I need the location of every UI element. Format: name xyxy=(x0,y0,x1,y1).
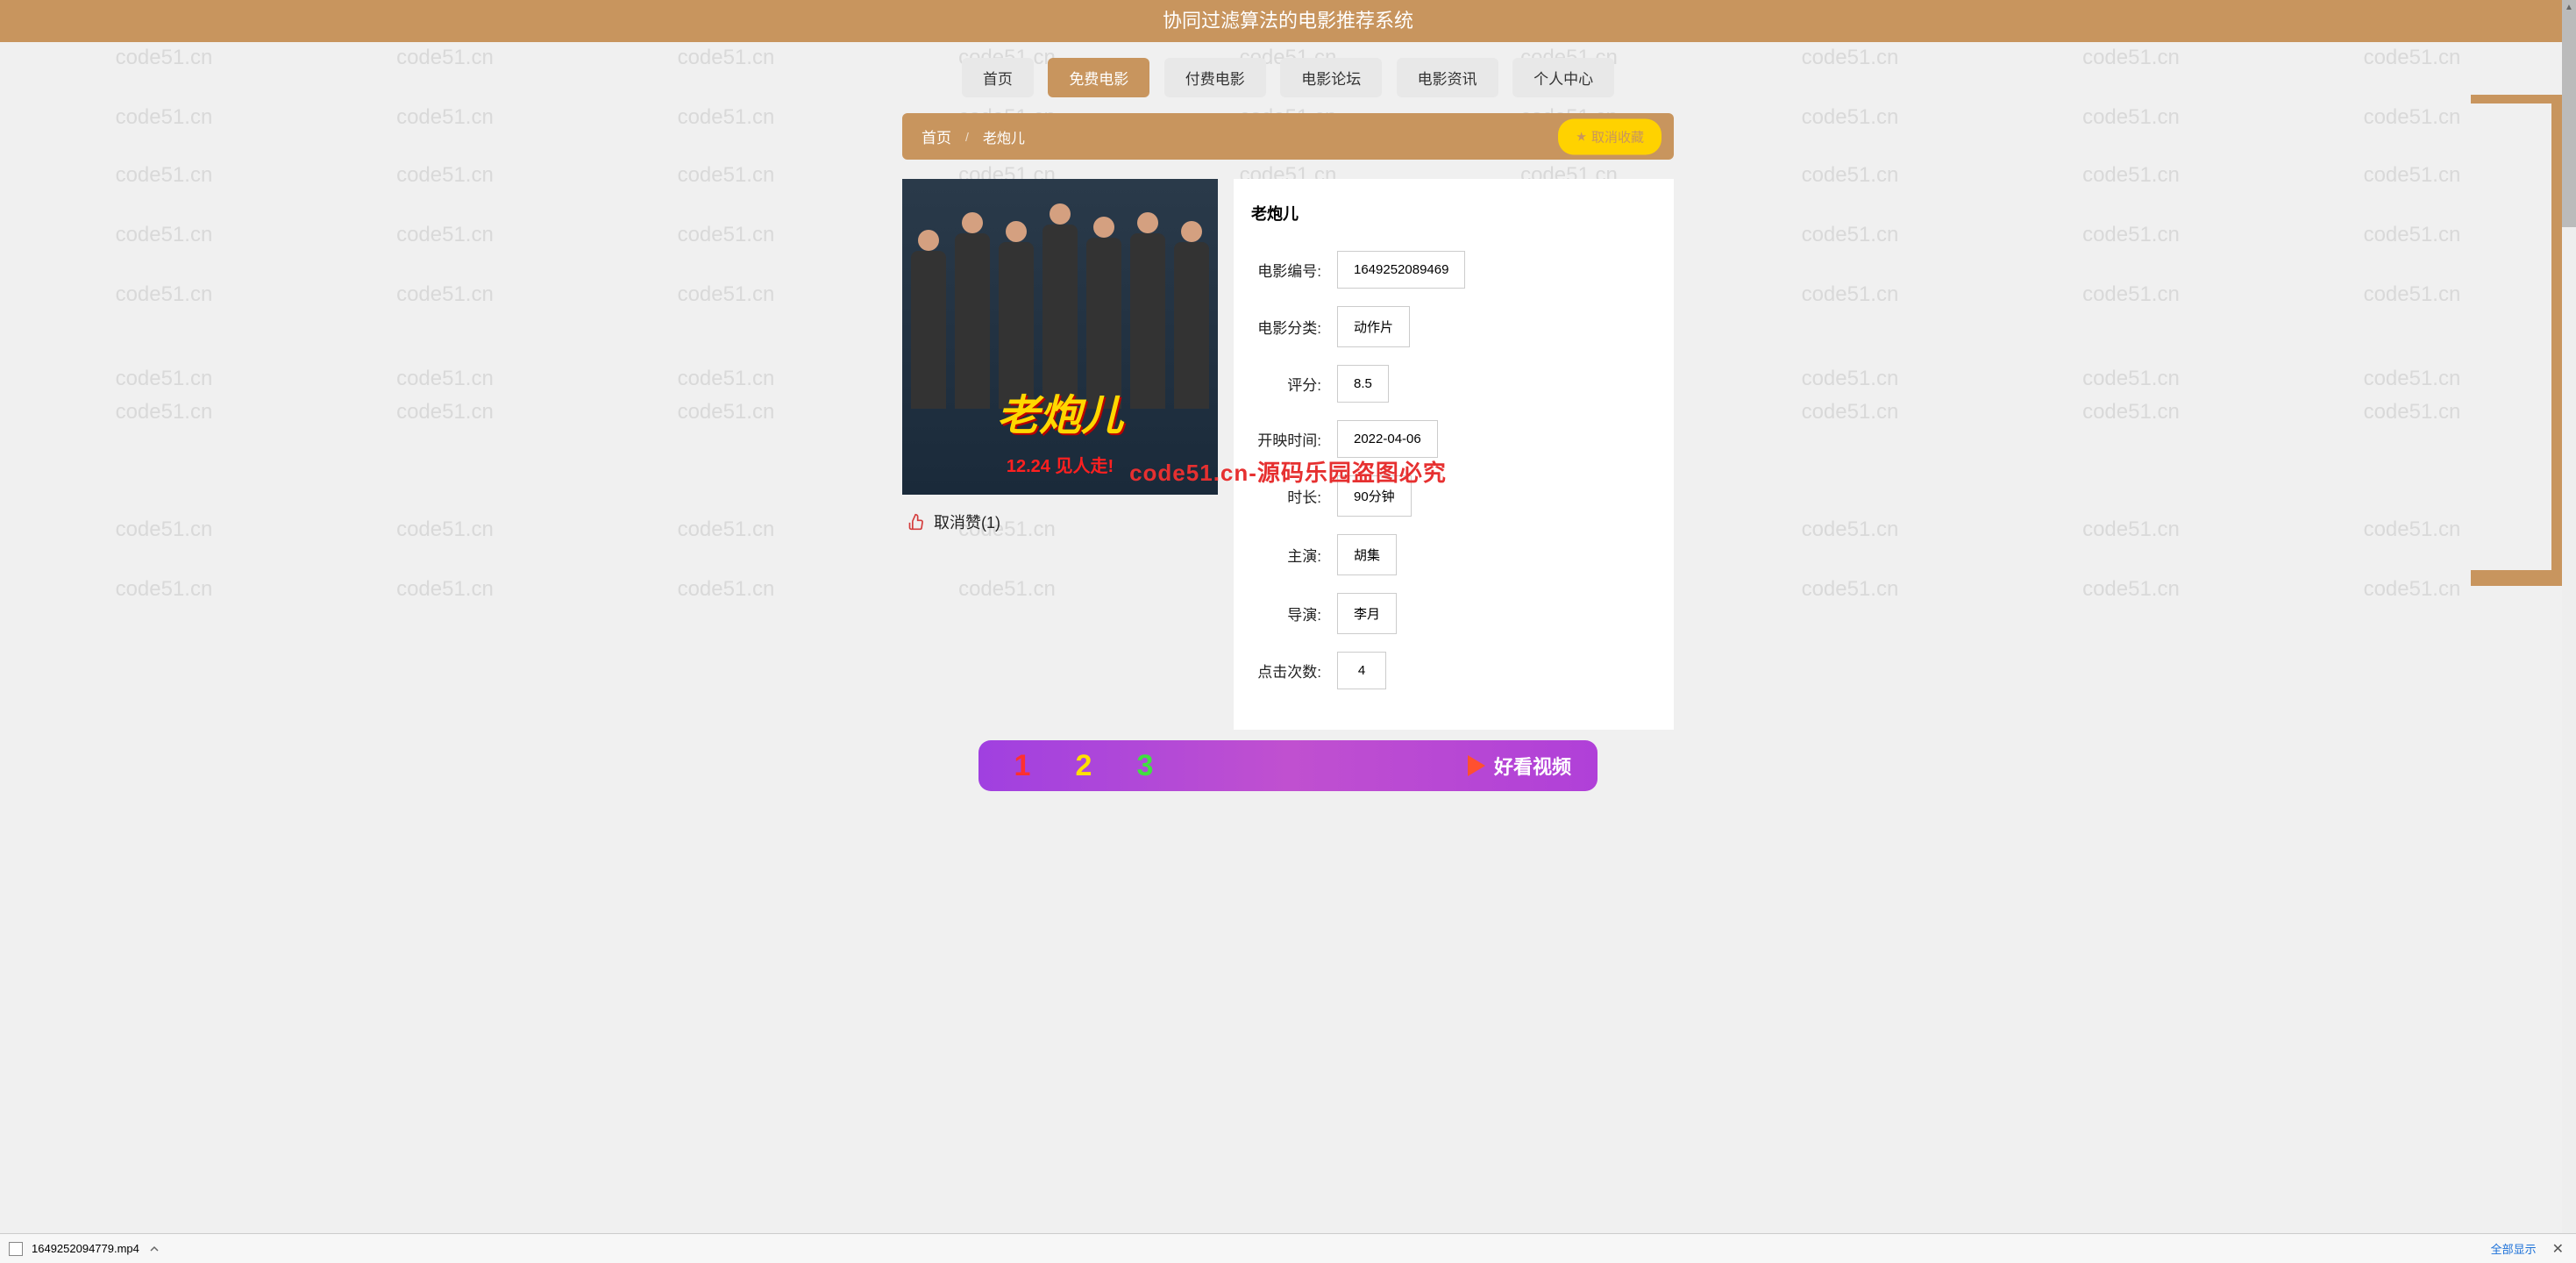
label-cast: 主演: xyxy=(1251,544,1321,566)
label-clicks: 点击次数: xyxy=(1251,660,1321,681)
star-icon: ★ xyxy=(1576,129,1587,144)
scroll-thumb[interactable] xyxy=(2562,0,2576,227)
promo-brand-text: 好看视频 xyxy=(1494,752,1571,780)
poster-date-text: 12.24 见人走! xyxy=(1007,452,1114,477)
promo-number-2: 2 xyxy=(1066,746,1101,785)
file-icon xyxy=(9,1242,23,1256)
nav-forum[interactable]: 电影论坛 xyxy=(1280,58,1382,97)
movie-title: 老炮儿 xyxy=(1251,202,1656,225)
nav-news[interactable]: 电影资讯 xyxy=(1397,58,1498,97)
detail-row-release: 开映时间: 2022-04-06 xyxy=(1251,420,1656,458)
vertical-scrollbar[interactable]: ▲ ▼ xyxy=(2562,0,2576,1263)
header-bar: 协同过滤算法的电影推荐系统 xyxy=(0,0,2576,42)
value-duration: 90分钟 xyxy=(1337,475,1412,517)
accent-frame xyxy=(2471,95,2567,586)
label-rating: 评分: xyxy=(1251,373,1321,395)
cancel-favorite-button[interactable]: ★ 取消收藏 xyxy=(1558,118,1662,154)
value-cast: 胡集 xyxy=(1337,534,1397,575)
thumbs-up-icon xyxy=(907,513,925,531)
value-category: 动作片 xyxy=(1337,306,1410,347)
breadcrumb: 首页 / 老炮儿 ★ 取消收藏 xyxy=(902,113,1674,160)
promo-number-3: 3 xyxy=(1128,746,1163,785)
breadcrumb-current: 老炮儿 xyxy=(983,126,1025,147)
promo-numbers: 1 2 3 xyxy=(1005,746,1163,785)
detail-row-cast: 主演: 胡集 xyxy=(1251,534,1656,575)
nav-home[interactable]: 首页 xyxy=(962,58,1034,97)
nav-free-movies[interactable]: 免费电影 xyxy=(1048,58,1149,97)
play-triangle-icon xyxy=(1468,755,1485,776)
detail-row-rating: 评分: 8.5 xyxy=(1251,365,1656,403)
detail-row-category: 电影分类: 动作片 xyxy=(1251,306,1656,347)
poster-title-text: 老炮儿 xyxy=(997,381,1123,442)
like-label: 取消赞(1) xyxy=(934,510,1000,533)
nav-paid-movies[interactable]: 付费电影 xyxy=(1164,58,1266,97)
value-rating: 8.5 xyxy=(1337,365,1389,403)
breadcrumb-home[interactable]: 首页 xyxy=(922,125,951,147)
detail-row-director: 导演: 李月 xyxy=(1251,593,1656,634)
nav-bar: 首页 免费电影 付费电影 电影论坛 电影资讯 个人中心 xyxy=(0,42,2576,113)
scroll-up-arrow-icon[interactable]: ▲ xyxy=(2562,0,2576,14)
download-filename: 1649252094779.mp4 xyxy=(32,1242,139,1255)
label-category: 电影分类: xyxy=(1251,316,1321,338)
nav-profile[interactable]: 个人中心 xyxy=(1512,58,1614,97)
value-director: 李月 xyxy=(1337,593,1397,634)
chevron-up-icon[interactable] xyxy=(148,1243,160,1255)
detail-row-duration: 时长: 90分钟 xyxy=(1251,475,1656,517)
value-release: 2022-04-06 xyxy=(1337,420,1438,458)
value-clicks: 4 xyxy=(1337,652,1386,689)
cancel-like-button[interactable]: 取消赞(1) xyxy=(902,495,1218,549)
promo-number-1: 1 xyxy=(1005,746,1040,785)
label-movie-id: 电影编号: xyxy=(1251,259,1321,281)
label-release: 开映时间: xyxy=(1251,428,1321,450)
detail-row-id: 电影编号: 1649252089469 xyxy=(1251,251,1656,289)
promo-brand: 好看视频 xyxy=(1468,752,1571,780)
download-item[interactable]: 1649252094779.mp4 xyxy=(9,1242,160,1256)
label-duration: 时长: xyxy=(1251,485,1321,507)
label-director: 导演: xyxy=(1251,603,1321,624)
header-title: 协同过滤算法的电影推荐系统 xyxy=(1163,10,1413,32)
download-bar: 1649252094779.mp4 全部显示 ✕ xyxy=(0,1233,2576,1263)
promo-banner[interactable]: 1 2 3 好看视频 xyxy=(978,740,1598,791)
show-all-downloads-button[interactable]: 全部显示 xyxy=(2491,1240,2537,1257)
value-movie-id: 1649252089469 xyxy=(1337,251,1465,289)
movie-poster: 老炮儿 12.24 见人走! xyxy=(902,179,1218,495)
fav-button-label: 取消收藏 xyxy=(1591,127,1644,146)
close-download-bar-button[interactable]: ✕ xyxy=(2549,1240,2567,1258)
movie-detail-panel: 老炮儿 电影编号: 1649252089469 电影分类: 动作片 评分: 8.… xyxy=(1234,179,1674,730)
breadcrumb-separator: / xyxy=(965,130,969,144)
detail-row-clicks: 点击次数: 4 xyxy=(1251,652,1656,689)
